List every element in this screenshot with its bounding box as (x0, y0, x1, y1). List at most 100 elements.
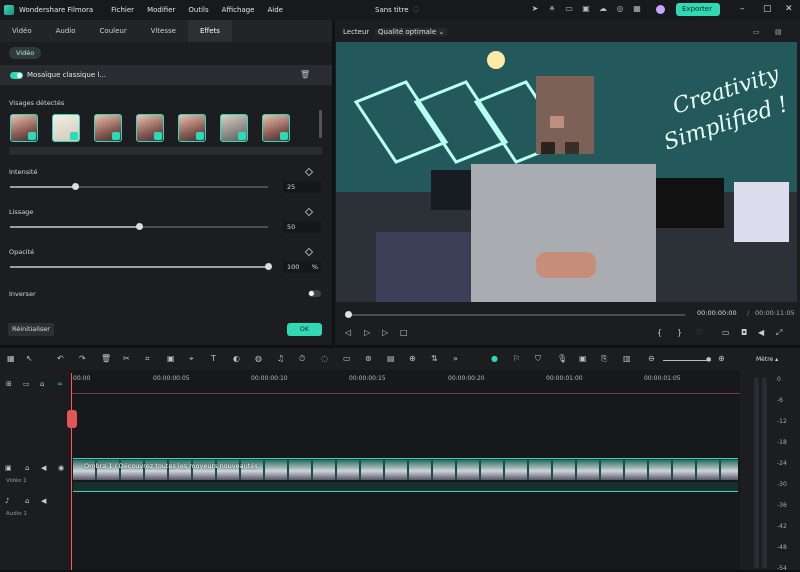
color-icon[interactable]: ◐ (233, 354, 240, 363)
freeze-icon[interactable]: ◌ (321, 354, 328, 363)
snap-icon[interactable]: ▥ (623, 354, 631, 363)
mark-out-icon[interactable]: } (677, 328, 682, 337)
ok-button[interactable]: OK (287, 323, 322, 336)
speaker-icon[interactable]: ◀ (41, 464, 46, 472)
slider-handle[interactable] (71, 183, 79, 190)
adjust-icon[interactable]: ⇅ (431, 354, 438, 363)
menu-help[interactable]: Aide (268, 6, 283, 14)
shield-icon[interactable]: ⛉ (535, 354, 541, 364)
faces-scrollbar[interactable] (319, 110, 322, 138)
menu-edit[interactable]: Modifier (147, 6, 175, 14)
marker-icon[interactable]: ⚐ (513, 354, 520, 363)
intensity-slider[interactable] (10, 183, 268, 190)
quality-dropdown[interactable]: Qualité optimale ⌄ (375, 28, 448, 36)
slider-handle[interactable] (136, 223, 143, 230)
close-icon[interactable]: ✕ (785, 4, 793, 14)
cut-icon[interactable]: ✂ (123, 354, 130, 363)
monitor-icon[interactable]: ▭ (753, 28, 760, 36)
grid-icon[interactable]: ▦ (632, 4, 642, 14)
subtab-video[interactable]: Vidéo (9, 47, 42, 59)
face-thumbnail[interactable] (136, 114, 164, 142)
save-icon[interactable]: ▣ (581, 4, 591, 14)
waveform-chart-icon[interactable]: ▤ (775, 28, 782, 36)
play-icon[interactable]: ▷ (364, 328, 370, 337)
motion-icon[interactable]: ⊛ (365, 354, 372, 363)
playback-handle[interactable] (345, 311, 352, 318)
tab-video[interactable]: Vidéo (0, 20, 44, 42)
face-thumbnail[interactable] (220, 114, 248, 142)
intensity-value[interactable]: 25 (283, 181, 321, 193)
video-preview[interactable]: Creativity Simplified ! (336, 42, 797, 302)
menu-view[interactable]: Affichage (222, 6, 255, 14)
folder-icon[interactable]: ⌂ (25, 497, 29, 505)
playhead-handle[interactable] (67, 410, 77, 428)
opacity-value[interactable]: 100% (283, 261, 321, 273)
effect-enable-toggle[interactable] (10, 72, 23, 79)
mic-icon[interactable]: 🎙 (557, 354, 567, 363)
face-thumbnail[interactable] (52, 114, 80, 142)
meter-title[interactable]: Mètre ▴ (756, 356, 778, 363)
tab-speed[interactable]: Vitesse (139, 20, 188, 42)
layout-icon[interactable]: ▦ (7, 354, 15, 363)
cloud-icon[interactable]: ☁ (598, 4, 608, 14)
menu-file[interactable]: Fichier (111, 6, 134, 14)
maximize-icon[interactable]: ▢ (763, 4, 772, 14)
next-frame-icon[interactable]: ▷ (382, 328, 388, 337)
screen-icon[interactable]: ▭ (722, 328, 730, 337)
previous-frame-icon[interactable]: ◁ (345, 328, 351, 337)
timeline-ruler[interactable]: 00:00 00:00:00:05 00:00:00:10 00:00:00:1… (71, 375, 740, 393)
shield-icon[interactable]: ♡ (696, 328, 703, 337)
mask-icon[interactable]: ◍ (255, 354, 262, 363)
face-thumbnail[interactable] (178, 114, 206, 142)
invert-toggle[interactable] (308, 290, 321, 297)
minimize-icon[interactable]: – (740, 4, 745, 14)
speaker-icon[interactable]: ◀ (41, 497, 46, 505)
reset-button[interactable]: Réinitialiser (8, 323, 54, 336)
fullscreen-icon[interactable]: ⤢ (776, 328, 782, 338)
transform-icon[interactable]: ⌖ (189, 354, 194, 364)
playhead[interactable] (71, 373, 72, 570)
zoom-handle[interactable]: ● (706, 356, 711, 363)
folder-icon[interactable]: ⌂ (40, 380, 44, 388)
magnet-icon[interactable]: ∞ (57, 380, 63, 388)
speed-icon[interactable]: ⏱ (299, 354, 305, 364)
export-button[interactable]: Exporter ⌄ (676, 3, 720, 26)
opacity-slider[interactable] (10, 263, 272, 270)
tab-audio[interactable]: Audio (44, 20, 88, 42)
crop-icon[interactable]: ⌗ (145, 354, 150, 364)
face-thumbnail[interactable] (10, 114, 38, 142)
monitor-icon[interactable]: ▭ (564, 4, 574, 14)
zoom-in-icon[interactable]: ⊕ (718, 354, 725, 363)
select-tool-icon[interactable]: ↖ (26, 354, 33, 363)
delete-icon[interactable]: 🗑 (101, 354, 111, 363)
smoothing-value[interactable]: 50 (283, 221, 321, 233)
stop-icon[interactable]: □ (400, 328, 408, 337)
send-icon[interactable]: ➤ (530, 4, 540, 14)
zoom-slider[interactable] (663, 360, 711, 361)
avatar[interactable] (656, 5, 665, 14)
render-icon[interactable]: ● (491, 354, 498, 363)
face-thumbnail[interactable] (94, 114, 122, 142)
smoothing-slider[interactable] (10, 223, 268, 230)
zoom-out-icon[interactable]: ⊖ (648, 354, 655, 363)
ai-icon[interactable]: ▣ (167, 354, 175, 363)
redo-icon[interactable]: ↷ (79, 354, 86, 363)
link-icon[interactable]: ▭ (23, 380, 30, 388)
tab-color[interactable]: Couleur (88, 20, 139, 42)
slider-handle[interactable] (265, 263, 272, 270)
mark-in-icon[interactable]: { (657, 328, 662, 337)
more-icon[interactable]: » (453, 354, 458, 363)
scene-icon[interactable]: ▣ (579, 354, 587, 363)
volume-icon[interactable]: ◀ (758, 328, 764, 337)
playback-progress[interactable] (345, 311, 685, 318)
snapshot-icon[interactable]: ◘ (741, 328, 747, 337)
menu-tools[interactable]: Outils (188, 6, 208, 14)
stabilize-icon[interactable]: ▤ (387, 354, 395, 363)
audio-waveform[interactable] (73, 482, 738, 492)
audio-icon[interactable]: ♫ (277, 354, 284, 363)
faces-horizontal-scrollbar[interactable] (9, 147, 322, 155)
tracking-icon[interactable]: ⊕ (409, 354, 416, 363)
headset-icon[interactable]: ◎ (615, 4, 625, 14)
eye-icon[interactable]: ◉ (58, 464, 64, 472)
split-icon[interactable]: ⎘ (601, 354, 607, 364)
